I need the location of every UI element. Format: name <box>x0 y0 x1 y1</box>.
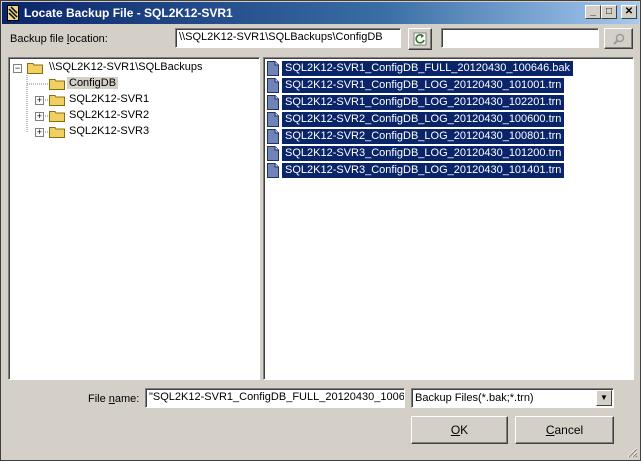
file-name: SQL2K12-SVR2_ConfigDB_LOG_20120430_10080… <box>282 129 565 144</box>
minimize-icon: _ <box>590 6 596 17</box>
folder-open-icon <box>27 63 43 74</box>
refresh-button[interactable] <box>408 28 432 50</box>
backup-file-icon <box>267 112 279 127</box>
tree-item-label: ConfigDB <box>67 77 119 89</box>
file-type-select[interactable]: Backup Files(*.bak;*.trn) ▼ <box>411 388 614 408</box>
file-name: SQL2K12-SVR3_ConfigDB_LOG_20120430_10140… <box>282 163 565 178</box>
location-label: Backup file location: <box>10 33 108 45</box>
backup-file-icon <box>267 129 279 144</box>
file-name: SQL2K12-SVR1_ConfigDB_LOG_20120430_10220… <box>282 95 565 110</box>
tree-item-label: SQL2K12-SVR3 <box>69 125 150 137</box>
folder-icon <box>49 127 65 138</box>
expand-icon[interactable]: + <box>35 112 44 121</box>
maximize-icon: □ <box>605 6 613 17</box>
tree-item-label: SQL2K12-SVR1 <box>69 93 150 105</box>
title-bar[interactable]: Locate Backup File - SQL2K12-SVR1 _ □ ✕ <box>2 2 639 24</box>
chevron-down-icon[interactable]: ▼ <box>596 390 612 406</box>
window-title: Locate Backup File - SQL2K12-SVR1 <box>24 6 233 20</box>
folder-icon <box>49 95 65 106</box>
search-button[interactable] <box>604 28 633 49</box>
backup-file-icon <box>267 95 279 110</box>
tree-item-configdb[interactable]: ConfigDB <box>9 76 259 92</box>
cancel-button[interactable]: Cancel <box>515 416 614 444</box>
folder-tree[interactable]: − \\SQL2K12-SVR1\SQLBackups ConfigDB + S… <box>8 57 260 380</box>
refresh-icon <box>413 32 427 46</box>
file-type-value: Backup Files(*.bak;*.trn) <box>415 392 534 404</box>
expand-icon[interactable]: + <box>35 96 44 105</box>
search-input[interactable] <box>441 28 599 48</box>
maximize-button[interactable]: □ <box>601 5 617 19</box>
resize-grip-icon[interactable] <box>626 446 638 458</box>
file-name: SQL2K12-SVR2_ConfigDB_LOG_20120430_10060… <box>282 112 565 127</box>
close-button[interactable]: ✕ <box>621 5 637 19</box>
file-name-label: File name: <box>88 393 140 405</box>
tree-item-label: SQL2K12-SVR2 <box>69 109 150 121</box>
folder-icon <box>49 111 65 122</box>
tree-item-sql2k12-svr3[interactable]: + SQL2K12-SVR3 <box>9 124 259 140</box>
close-icon: ✕ <box>624 6 634 17</box>
tree-item-root[interactable]: − \\SQL2K12-SVR1\SQLBackups <box>9 60 259 76</box>
collapse-icon[interactable]: − <box>13 64 22 73</box>
app-icon <box>7 5 19 21</box>
backup-file-icon <box>267 146 279 161</box>
search-icon <box>612 33 624 45</box>
file-name: SQL2K12-SVR3_ConfigDB_LOG_20120430_10120… <box>282 146 565 161</box>
ok-button[interactable]: OK <box>411 416 508 444</box>
tree-item-sql2k12-svr1[interactable]: + SQL2K12-SVR1 <box>9 92 259 108</box>
file-name-input[interactable]: "SQL2K12-SVR1_ConfigDB_FULL_20120430_100… <box>145 388 405 408</box>
location-input[interactable]: \\SQL2K12-SVR1\SQLBackups\ConfigDB <box>175 28 401 48</box>
file-name: SQL2K12-SVR1_ConfigDB_FULL_20120430_1006… <box>282 61 573 76</box>
tree-item-sql2k12-svr2[interactable]: + SQL2K12-SVR2 <box>9 108 259 124</box>
file-list[interactable]: SQL2K12-SVR1_ConfigDB_FULL_20120430_1006… <box>263 57 634 380</box>
folder-icon <box>49 79 65 90</box>
expand-icon[interactable]: + <box>35 128 44 137</box>
minimize-button[interactable]: _ <box>585 5 601 19</box>
backup-file-icon <box>267 163 279 178</box>
tree-item-label: \\SQL2K12-SVR1\SQLBackups <box>49 61 203 73</box>
backup-file-icon <box>267 78 279 93</box>
locate-backup-file-dialog: Locate Backup File - SQL2K12-SVR1 _ □ ✕ … <box>0 0 641 461</box>
file-name: SQL2K12-SVR1_ConfigDB_LOG_20120430_10100… <box>282 78 565 93</box>
backup-file-icon <box>267 61 279 76</box>
